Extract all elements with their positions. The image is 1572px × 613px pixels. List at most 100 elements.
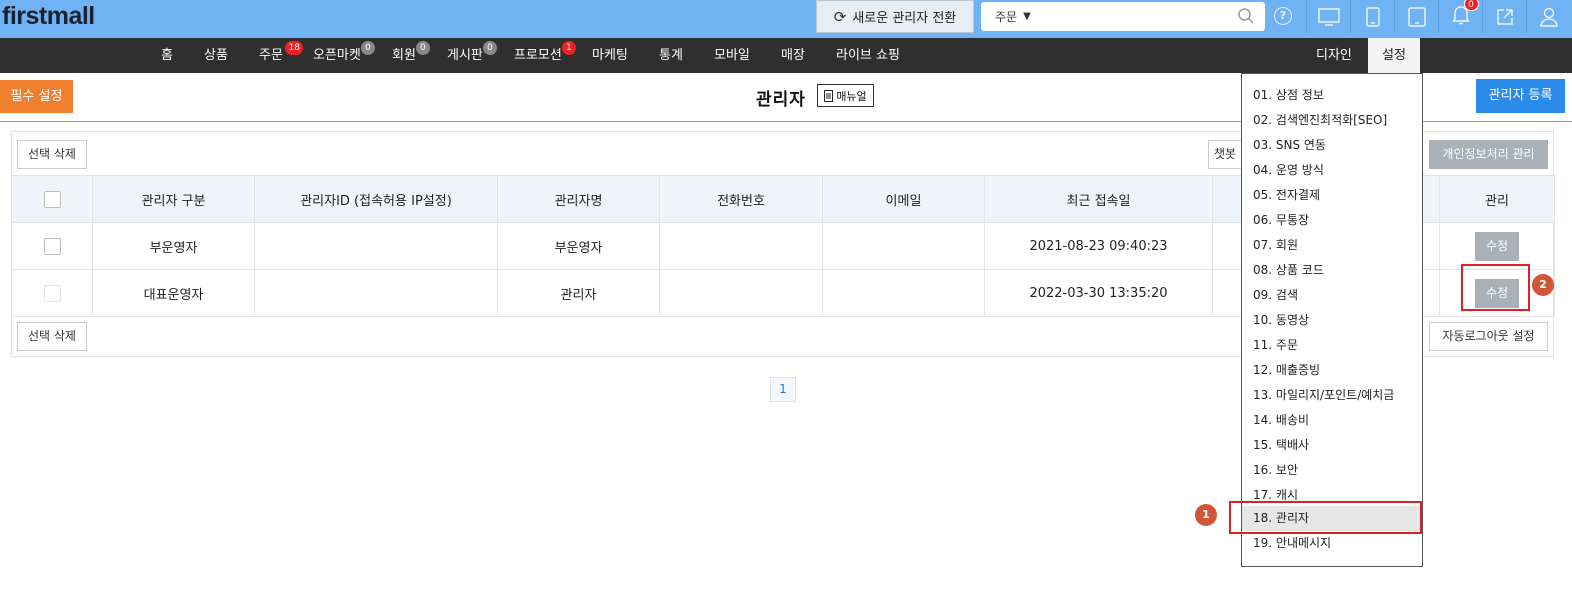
refresh-icon: ⟳ bbox=[833, 7, 847, 26]
admin-id-cell bbox=[254, 269, 498, 317]
settings-menu-item[interactable]: 14. 배송비 bbox=[1242, 408, 1422, 433]
switch-admin-button[interactable]: ⟳ 새로운 관리자 전환 bbox=[816, 0, 974, 33]
settings-menu-item[interactable]: 09. 검색 bbox=[1242, 283, 1422, 308]
settings-menu-item[interactable]: 16. 보안 bbox=[1242, 458, 1422, 483]
settings-menu-item[interactable]: 01. 상점 정보 bbox=[1242, 83, 1422, 108]
settings-menu-item[interactable]: 08. 상품 코드 bbox=[1242, 258, 1422, 283]
pc-view-button[interactable] bbox=[1306, 0, 1350, 33]
notification-count-badge: 0 bbox=[1463, 0, 1479, 11]
select-all-checkbox[interactable] bbox=[43, 190, 61, 208]
switch-admin-label: 새로운 관리자 전환 bbox=[852, 11, 957, 26]
mobile-view-button[interactable] bbox=[1350, 0, 1394, 33]
main-nav: 홈 상품 주문 18 오픈마켓 0 회원 0 게시판 0 프로모션 1 마케팅 통계 모바… bbox=[0, 38, 1572, 73]
nav-item-settings[interactable]: 설정 bbox=[1368, 38, 1420, 73]
last-login-cell: 2022-03-30 13:35:20 bbox=[984, 269, 1213, 317]
privacy-manage-button[interactable]: 개인정보처리 관리 bbox=[1429, 140, 1548, 169]
settings-menu-item[interactable]: 15. 택배사 bbox=[1242, 433, 1422, 458]
manual-button[interactable]: 매뉴얼 bbox=[817, 84, 874, 107]
nav-item-mobile[interactable]: 모바일 bbox=[714, 38, 750, 73]
account-button[interactable] bbox=[1526, 0, 1570, 33]
chatbot-button[interactable]: 챗봇 bbox=[1208, 140, 1242, 169]
nav-item-live-shopping[interactable]: 라이브 쇼핑 bbox=[836, 38, 900, 73]
nav-item-board[interactable]: 게시판 0 bbox=[447, 38, 497, 73]
delete-selected-button-top[interactable]: 선택 삭제 bbox=[17, 140, 87, 169]
nav-item-products[interactable]: 상품 bbox=[204, 38, 228, 73]
row-checkbox-disabled bbox=[43, 284, 61, 302]
column-header: 관리 bbox=[1439, 175, 1555, 223]
settings-menu-item[interactable]: 07. 회원 bbox=[1242, 233, 1422, 258]
settings-menu-item[interactable]: 05. 전자결제 bbox=[1242, 183, 1422, 208]
settings-menu-item[interactable]: 19. 안내메시지 bbox=[1242, 531, 1422, 556]
auto-logout-settings-button[interactable]: 자동로그아웃 설정 bbox=[1429, 322, 1548, 351]
settings-menu-item[interactable]: 10. 동영상 bbox=[1242, 308, 1422, 333]
mobile-icon bbox=[1365, 6, 1380, 27]
settings-menu-item[interactable]: 13. 마일리지/포인트/예치금 bbox=[1242, 383, 1422, 408]
nav-item-design[interactable]: 디자인 bbox=[1316, 38, 1352, 73]
action-cell: 수정 bbox=[1439, 222, 1555, 270]
nav-item-home[interactable]: 홈 bbox=[161, 38, 173, 73]
email-cell bbox=[822, 269, 985, 317]
settings-menu-item[interactable]: 06. 무통장 bbox=[1242, 208, 1422, 233]
tablet-icon bbox=[1407, 6, 1426, 27]
delete-selected-button-bottom[interactable]: 선택 삭제 bbox=[17, 322, 87, 351]
nav-item-store[interactable]: 매장 bbox=[781, 38, 805, 73]
search-category-select[interactable]: 주문 ▼ bbox=[981, 8, 1031, 25]
column-header: 관리자 구분 bbox=[92, 175, 255, 223]
promotion-badge: 1 bbox=[561, 41, 576, 55]
nav-item-promotion[interactable]: 프로모션 1 bbox=[514, 38, 576, 73]
monitor-icon bbox=[1317, 7, 1340, 26]
open-shop-button[interactable] bbox=[1482, 0, 1526, 33]
admin-type-cell: 부운영자 bbox=[92, 222, 255, 270]
column-header: 최근 접속일 bbox=[984, 175, 1213, 223]
openmarket-badge: 0 bbox=[360, 41, 375, 55]
settings-menu-item[interactable]: 03. SNS 연동 bbox=[1242, 133, 1422, 158]
register-admin-button[interactable]: 관리자 등록 bbox=[1476, 79, 1565, 113]
step-marker-2: 2 bbox=[1532, 274, 1554, 296]
firstmall-logo[interactable]: firstmall bbox=[2, 2, 95, 31]
page-number-current[interactable]: 1 bbox=[770, 377, 796, 402]
row-select-cell bbox=[11, 222, 93, 270]
settings-dropdown-menu: 01. 상점 정보 02. 검색엔진최적화[SEO] 03. SNS 연동 04… bbox=[1241, 73, 1423, 567]
required-settings-button[interactable]: 필수 설정 bbox=[0, 80, 73, 113]
phone-cell bbox=[659, 269, 823, 317]
column-header: 관리자ID (접속허용 IP설정) bbox=[254, 175, 498, 223]
nav-item-members[interactable]: 회원 0 bbox=[392, 38, 430, 73]
nav-item-orders[interactable]: 주문 18 bbox=[259, 38, 303, 73]
chevron-down-icon: ▼ bbox=[1023, 11, 1031, 22]
row-select-cell bbox=[11, 269, 93, 317]
notifications-button[interactable]: 0 bbox=[1438, 0, 1482, 33]
search-category-value: 주문 bbox=[995, 10, 1018, 24]
orders-badge: 18 bbox=[285, 41, 303, 55]
last-login-cell: 2021-08-23 09:40:23 bbox=[984, 222, 1213, 270]
user-icon bbox=[1539, 7, 1558, 27]
admin-name-cell: 관리자 bbox=[497, 269, 660, 317]
tablet-view-button[interactable] bbox=[1394, 0, 1438, 33]
highlight-box-admin-menu bbox=[1229, 501, 1422, 534]
row-checkbox[interactable] bbox=[43, 237, 61, 255]
settings-menu-item[interactable]: 02. 검색엔진최적화[SEO] bbox=[1242, 108, 1422, 133]
settings-menu-item[interactable]: 11. 주문 bbox=[1242, 333, 1422, 358]
column-header: 관리자명 bbox=[497, 175, 660, 223]
page-title: 관리자 bbox=[756, 90, 806, 110]
nav-item-marketing[interactable]: 마케팅 bbox=[592, 38, 628, 73]
members-badge: 0 bbox=[415, 41, 430, 55]
edit-button[interactable]: 수정 bbox=[1475, 231, 1519, 261]
board-badge: 0 bbox=[482, 41, 497, 55]
admin-type-cell: 대표운영자 bbox=[92, 269, 255, 317]
settings-menu-item[interactable]: 12. 매출증빙 bbox=[1242, 358, 1422, 383]
email-cell bbox=[822, 222, 985, 270]
manual-label: 매뉴얼 bbox=[836, 89, 867, 103]
top-bar: firstmall ⟳ 새로운 관리자 전환 주문 ▼ ? 0 bbox=[0, 0, 1572, 38]
phone-cell bbox=[659, 222, 823, 270]
search-icon[interactable] bbox=[1237, 7, 1255, 25]
nav-item-statistics[interactable]: 통계 bbox=[659, 38, 683, 73]
help-icon[interactable]: ? bbox=[1274, 7, 1292, 25]
column-header: 전화번호 bbox=[659, 175, 823, 223]
highlight-box-edit-button bbox=[1461, 264, 1530, 311]
select-all-cell bbox=[11, 175, 93, 223]
search-box[interactable]: 주문 ▼ bbox=[981, 2, 1265, 31]
column-header: 이메일 bbox=[822, 175, 985, 223]
admin-name-cell: 부운영자 bbox=[497, 222, 660, 270]
settings-menu-item[interactable]: 04. 운영 방식 bbox=[1242, 158, 1422, 183]
nav-item-openmarket[interactable]: 오픈마켓 0 bbox=[313, 38, 375, 73]
